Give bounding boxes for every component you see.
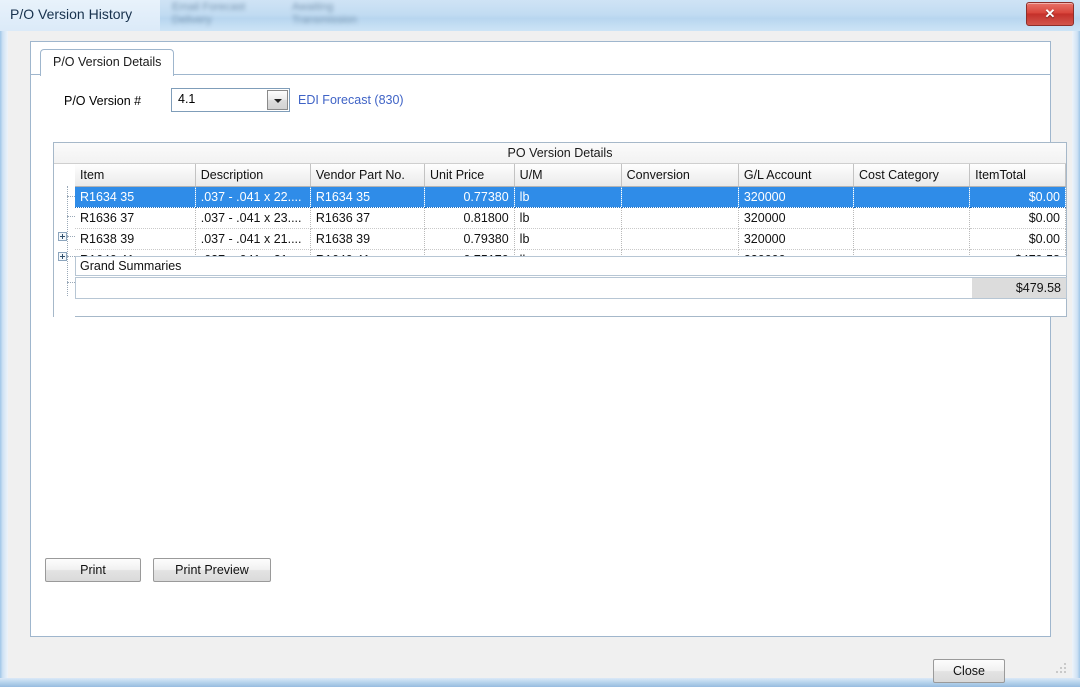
tab-po-version-details[interactable]: P/O Version Details <box>40 49 175 76</box>
cell-cost_category <box>853 228 971 250</box>
cell-gl_account: 320000 <box>738 228 854 250</box>
cell-description: .037 - .041 x 22.... <box>195 186 311 208</box>
grid-header-item[interactable]: Item <box>75 164 196 187</box>
cell-vendor_part: R1636 37 <box>310 207 426 229</box>
cell-description: .037 - .041 x 23.... <box>195 207 311 229</box>
grid-header-conversion[interactable]: Conversion <box>621 164 739 187</box>
cell-cost_category <box>853 186 971 208</box>
tree-expand-row-4[interactable] <box>58 252 67 261</box>
grid-header-row: Item Description Vendor Part No. Unit Price… <box>75 164 1066 187</box>
grand-total-row: $479.58 <box>75 277 1067 299</box>
cell-cost_category <box>853 207 971 229</box>
grid-header-vendor_part[interactable]: Vendor Part No. <box>310 164 426 187</box>
window-body: P/O Version Details P/O Version # 4.1 ED… <box>0 31 1080 687</box>
edi-forecast-link[interactable]: EDI Forecast (830) <box>298 93 404 107</box>
window-close-icon[interactable]: ✕ <box>1026 2 1074 26</box>
print-preview-button[interactable]: Print Preview <box>153 558 271 582</box>
grid-header-um[interactable]: U/M <box>514 164 622 187</box>
background-blurred-text-2: Awaiting Transmission <box>292 1 357 26</box>
chevron-down-icon <box>274 99 282 103</box>
tree-connector-row-4 <box>67 256 75 257</box>
po-version-history-window: Email Forecast Delivery Awaiting Transmi… <box>0 0 1080 687</box>
client-area: P/O Version Details P/O Version # 4.1 ED… <box>8 31 1072 683</box>
grand-summaries-label: Grand Summaries <box>75 256 1067 276</box>
main-panel: P/O Version Details P/O Version # 4.1 ED… <box>30 41 1067 637</box>
grand-total-value: $479.58 <box>972 278 1066 298</box>
grid-header-unit_price[interactable]: Unit Price <box>424 164 515 187</box>
grid-header-item_total[interactable]: ItemTotal <box>969 164 1066 187</box>
cell-um: lb <box>514 186 622 208</box>
po-version-details-grid: PO Version Details Item Description Vend… <box>53 142 1067 317</box>
grid-table: Item Description Vendor Part No. Unit Price… <box>75 164 1066 271</box>
cell-item_total: $0.00 <box>969 186 1066 208</box>
grid-tree-gutter <box>54 164 75 317</box>
cell-conversion <box>621 186 739 208</box>
cell-um: lb <box>514 228 622 250</box>
tree-connector-row-3 <box>67 236 75 237</box>
tree-connector-row-1 <box>67 196 75 197</box>
cell-um: lb <box>514 207 622 229</box>
po-version-value: 4.1 <box>178 92 196 106</box>
cell-conversion <box>621 228 739 250</box>
table-row[interactable]: R1638 39.037 - .041 x 21.... R1638 39 0.79… <box>75 228 1066 250</box>
table-row[interactable]: R1636 37.037 - .041 x 23.... R1636 37 0.81… <box>75 207 1066 229</box>
tab-strip: P/O Version Details <box>31 49 1050 76</box>
cell-unit_price: 0.79380 <box>424 228 515 250</box>
version-selector-row: P/O Version # 4.1 EDI Forecast (830) <box>31 86 1050 126</box>
cell-item_total: $0.00 <box>969 228 1066 250</box>
print-button[interactable]: Print <box>45 558 141 582</box>
grid-band-title: PO Version Details <box>54 143 1066 164</box>
window-title: P/O Version History <box>10 6 133 22</box>
cell-conversion <box>621 207 739 229</box>
tree-connector-line <box>67 186 68 296</box>
cell-unit_price: 0.81800 <box>424 207 515 229</box>
po-version-label: P/O Version # <box>64 94 142 108</box>
cell-gl_account: 320000 <box>738 207 854 229</box>
tab-active-underline-cover <box>41 74 171 75</box>
close-button[interactable]: Close <box>933 659 1005 683</box>
cell-unit_price: 0.77380 <box>424 186 515 208</box>
cell-item: R1638 39 <box>75 228 196 250</box>
cell-vendor_part: R1634 35 <box>310 186 426 208</box>
cell-item: R1634 35 <box>75 186 196 208</box>
cell-gl_account: 320000 <box>738 186 854 208</box>
cell-vendor_part: R1638 39 <box>310 228 426 250</box>
tree-connector-summary <box>67 282 75 283</box>
window-frame-left <box>0 31 8 687</box>
po-version-dropdown-button[interactable] <box>267 90 288 110</box>
cell-item_total: $0.00 <box>969 207 1066 229</box>
po-version-combobox[interactable]: 4.1 <box>171 88 290 112</box>
resize-grip[interactable] <box>1056 663 1068 675</box>
table-row[interactable]: R1634 35.037 - .041 x 22.... R1634 35 0.77… <box>75 186 1066 208</box>
tab-strip-underline <box>31 74 1050 75</box>
window-frame-bottom <box>0 678 1080 687</box>
grid-header-cost_category[interactable]: Cost Category <box>853 164 971 187</box>
background-blurred-text-1: Email Forecast Delivery <box>172 1 246 26</box>
title-bar: Email Forecast Delivery Awaiting Transmi… <box>0 0 1080 31</box>
grid-header-description[interactable]: Description <box>195 164 311 187</box>
cell-item: R1636 37 <box>75 207 196 229</box>
cell-description: .037 - .041 x 21.... <box>195 228 311 250</box>
tree-connector-row-2 <box>67 216 75 217</box>
grid-header-gl_account[interactable]: G/L Account <box>738 164 854 187</box>
window-frame-right <box>1072 31 1080 687</box>
tree-expand-row-3[interactable] <box>58 232 67 241</box>
